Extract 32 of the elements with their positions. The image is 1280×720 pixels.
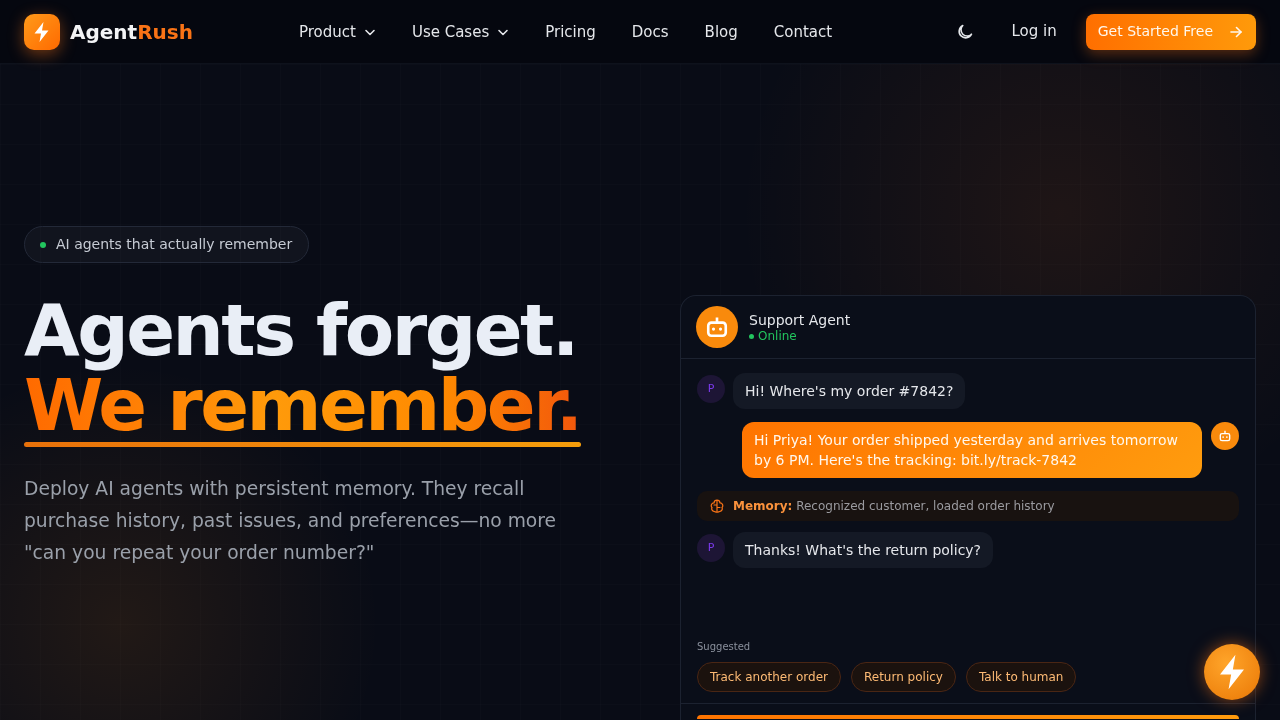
theme-toggle-button[interactable] [956, 23, 973, 40]
nav-link[interactable]: Contact [773, 21, 833, 42]
nav-dropdown[interactable]: Use Cases [411, 21, 510, 42]
arrow-right-icon [1230, 25, 1242, 38]
nav-dropdown[interactable]: Product [298, 21, 376, 42]
user-message: Thanks! What's the return policy? [733, 532, 994, 568]
brain-icon [709, 498, 725, 514]
lightning-icon [1217, 654, 1247, 690]
login-link[interactable]: Log in [1011, 20, 1057, 43]
input-field[interactable] [697, 715, 1239, 719]
robot-icon [696, 306, 738, 348]
nav-link[interactable]: Pricing [545, 21, 596, 42]
user-avatar: P [697, 375, 725, 403]
status-text: Online [758, 328, 797, 344]
brand-name: AgentRush [70, 18, 193, 46]
robot-icon [1211, 422, 1239, 450]
memory-text: Memory: Recognized customer, loaded order history [733, 498, 1055, 514]
suggestion-chip[interactable]: Return policy [850, 662, 956, 692]
nav-link[interactable]: Docs [631, 21, 669, 42]
hero-description: Deploy AI agents with persistent memory. They recall purchase history, past issues, and preferences—no more "can you repeat your order number?" [24, 477, 558, 565]
agent-name: Support Agent [749, 310, 851, 329]
logo-icon[interactable] [24, 13, 60, 50]
status-dot-icon [40, 241, 46, 248]
nav-link[interactable]: Blog [704, 21, 738, 42]
suggestion-chip[interactable]: Track another order [697, 662, 841, 692]
user-avatar: P [697, 534, 725, 562]
moon-icon [956, 23, 973, 40]
user-message: Hi! Where's my order #7842? [733, 373, 966, 409]
agent-message: Hi Priya! Your order shipped yesterday and arrives tomorrow by 6 PM. Here's the tracking: bit.ly/track-7842 [742, 422, 1202, 478]
tagline-text: AI agents that actually remember [56, 235, 293, 254]
suggestion-chip[interactable]: Talk to human [965, 662, 1077, 692]
suggested-label: Suggested [697, 641, 752, 653]
